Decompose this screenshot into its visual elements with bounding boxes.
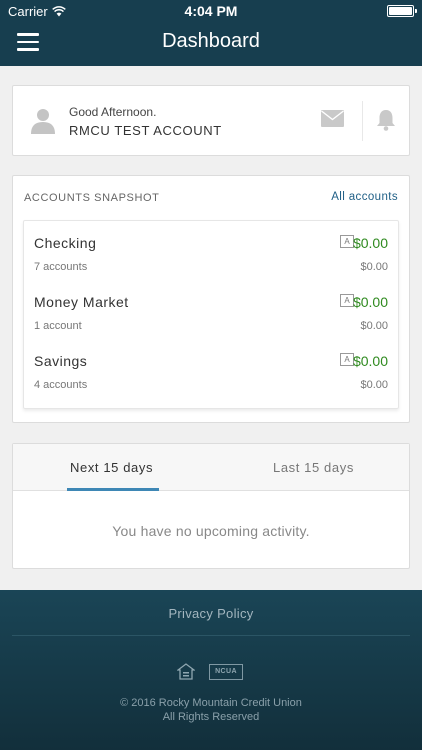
account-row-savings[interactable]: Savings 4 accounts A $0.00 $0.00: [24, 339, 398, 397]
account-name: RMCU TEST ACCOUNT: [69, 123, 222, 138]
accounts-list: Checking 7 accounts A $0.00 $0.00 Money …: [23, 220, 399, 409]
account-sub-balance: $0.00: [360, 261, 388, 273]
privacy-policy-link[interactable]: Privacy Policy: [0, 606, 422, 621]
ncua-logo: NCUA: [209, 664, 243, 680]
account-sub-balance: $0.00: [360, 320, 388, 332]
activity-tabs: Next 15 days Last 15 days: [13, 444, 409, 491]
activity-card: Next 15 days Last 15 days You have no up…: [12, 443, 410, 569]
account-sub-balance: $0.00: [360, 379, 388, 391]
user-icon: [31, 109, 55, 134]
greeting-text: Good Afternoon.: [69, 105, 157, 119]
snapshot-heading: ACCOUNTS SNAPSHOT: [24, 192, 160, 204]
mail-icon[interactable]: [321, 110, 344, 127]
battery-icon: [387, 5, 417, 17]
account-balance: $0.00: [352, 353, 388, 369]
accounts-snapshot-card: ACCOUNTS SNAPSHOT All accounts Checking …: [12, 175, 410, 423]
active-tab-indicator: [67, 488, 159, 491]
account-balance: $0.00: [352, 294, 388, 310]
account-count: 1 account: [34, 320, 82, 332]
account-row-checking[interactable]: Checking 7 accounts A $0.00 $0.00: [24, 221, 398, 279]
empty-activity-message: You have no upcoming activity.: [112, 523, 310, 539]
copyright-line: © 2016 Rocky Mountain Credit Union: [120, 697, 302, 709]
account-count: 7 accounts: [34, 261, 88, 273]
available-badge-icon: A: [340, 294, 354, 307]
equal-housing-lender-icon: [177, 663, 195, 680]
available-badge-icon: A: [340, 353, 354, 366]
page-title: Dashboard: [162, 30, 260, 52]
rights-line: All Rights Reserved: [162, 711, 260, 723]
tab-next-15-days[interactable]: Next 15 days: [70, 460, 153, 475]
tab-last-15-days[interactable]: Last 15 days: [273, 460, 354, 475]
account-type: Money Market: [34, 294, 129, 310]
status-bar: Carrier 4:04 PM: [0, 0, 422, 22]
available-badge-icon: A: [340, 235, 354, 248]
account-count: 4 accounts: [34, 379, 88, 391]
bell-icon[interactable]: [376, 109, 396, 131]
account-balance: $0.00: [352, 235, 388, 251]
account-row-money-market[interactable]: Money Market 1 account A $0.00 $0.00: [24, 280, 398, 338]
all-accounts-link[interactable]: All accounts: [331, 191, 398, 203]
divider: [362, 101, 363, 141]
account-type: Savings: [34, 353, 88, 369]
status-time: 4:04 PM: [184, 3, 238, 19]
copyright: © 2016 Rocky Mountain Credit Union All R…: [0, 696, 422, 724]
footer: Privacy Policy NCUA © 2016 Rocky Mountai…: [0, 590, 422, 750]
app-header: Carrier 4:04 PM Dashboard: [0, 0, 422, 66]
greeting-card: Good Afternoon. RMCU TEST ACCOUNT: [12, 85, 410, 156]
account-type: Checking: [34, 235, 97, 251]
footer-divider: [12, 635, 410, 636]
